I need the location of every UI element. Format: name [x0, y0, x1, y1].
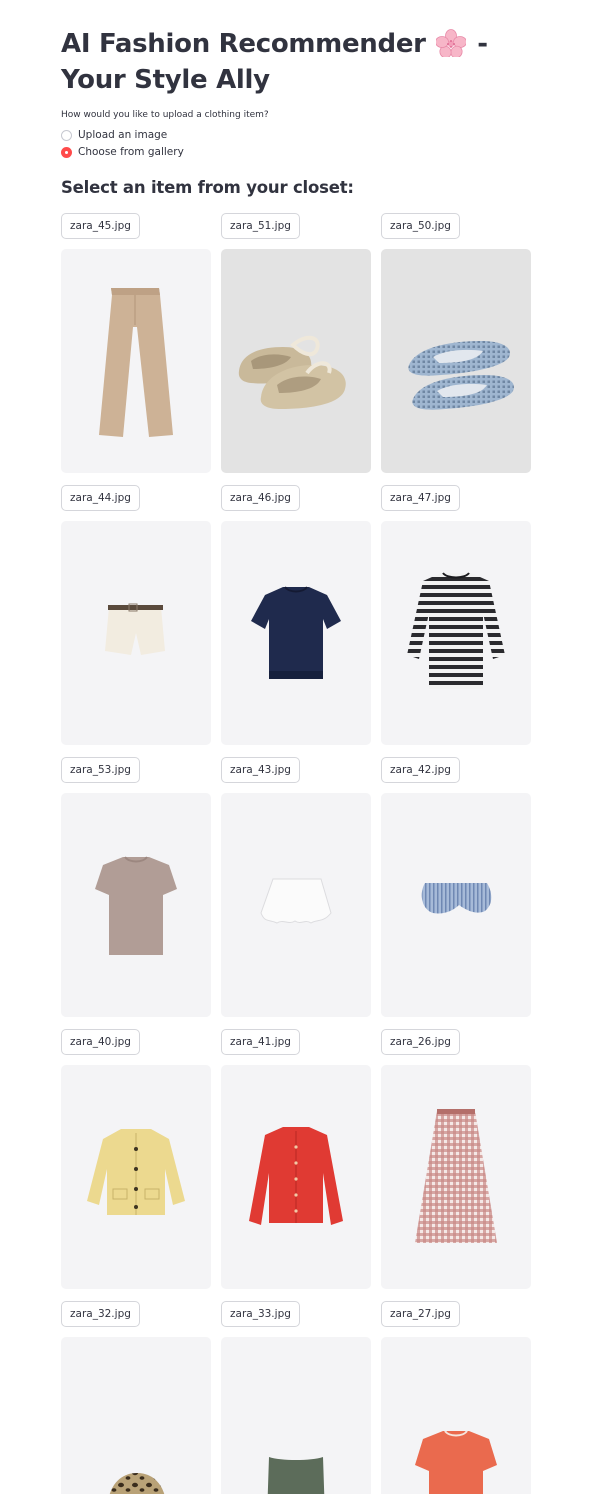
radio-choose-gallery[interactable]: Choose from gallery [61, 146, 184, 158]
item-image[interactable] [61, 249, 211, 473]
filename-button[interactable]: zara_33.jpg [221, 1301, 300, 1327]
item-image[interactable] [381, 1337, 531, 1494]
ballet-flats-image [238, 335, 346, 409]
white-skirt-image [260, 878, 332, 924]
filename-button[interactable]: zara_26.jpg [381, 1029, 460, 1055]
item-image[interactable] [221, 793, 371, 1017]
item-image[interactable] [221, 1337, 371, 1494]
filename-button[interactable]: zara_40.jpg [61, 1029, 140, 1055]
item-image[interactable] [221, 249, 371, 473]
filename-button[interactable]: zara_42.jpg [381, 757, 460, 783]
item-image[interactable] [381, 793, 531, 1017]
filename-button[interactable]: zara_41.jpg [221, 1029, 300, 1055]
radio-unselected-icon[interactable] [61, 129, 72, 141]
shorts-image [105, 603, 165, 655]
yellow-cardigan-image [87, 1129, 185, 1215]
filename-button[interactable]: zara_45.jpg [61, 213, 140, 239]
filename-button[interactable]: zara_43.jpg [221, 757, 300, 783]
item-image[interactable] [61, 1337, 211, 1494]
filename-button[interactable]: zara_47.jpg [381, 485, 460, 511]
radio-selected-icon[interactable] [61, 146, 72, 158]
striped-shorts-image [421, 883, 492, 914]
red-cardigan-image [249, 1127, 343, 1225]
gallery-heading: Select an item from your closet: [61, 178, 354, 197]
item-image[interactable] [381, 1065, 531, 1289]
filename-button[interactable]: zara_51.jpg [221, 213, 300, 239]
item-image[interactable] [61, 521, 211, 745]
upload-method-label: How would you like to upload a clothing … [61, 110, 269, 120]
item-image[interactable] [221, 521, 371, 745]
filename-button[interactable]: zara_27.jpg [381, 1301, 460, 1327]
radio-upload-image[interactable]: Upload an image [61, 129, 167, 141]
page-title: AI Fashion Recommender - Your Style Ally [61, 26, 531, 98]
navy-top-image [251, 586, 341, 679]
item-image[interactable] [61, 1065, 211, 1289]
taupe-tshirt-image [95, 856, 177, 955]
filename-button[interactable]: zara_53.jpg [61, 757, 140, 783]
title-text: AI Fashion Recommender [61, 29, 426, 59]
orange-tshirt-image [415, 1430, 497, 1494]
striped-sweater-image [407, 572, 505, 689]
item-image[interactable] [61, 793, 211, 1017]
mesh-flats-image [408, 341, 514, 410]
filename-button[interactable]: zara_50.jpg [381, 213, 460, 239]
leopard-hat-image [109, 1473, 165, 1494]
filename-button[interactable]: zara_32.jpg [61, 1301, 140, 1327]
trousers-image [99, 288, 173, 437]
gingham-skirt-image [415, 1109, 497, 1243]
cherry-blossom-icon [436, 29, 467, 57]
item-image[interactable] [381, 521, 531, 745]
item-image[interactable] [381, 249, 531, 473]
item-image[interactable] [221, 1065, 371, 1289]
filename-button[interactable]: zara_44.jpg [61, 485, 140, 511]
radio-label: Choose from gallery [78, 146, 184, 158]
filename-button[interactable]: zara_46.jpg [221, 485, 300, 511]
radio-label: Upload an image [78, 129, 168, 141]
green-top-image [267, 1457, 325, 1494]
